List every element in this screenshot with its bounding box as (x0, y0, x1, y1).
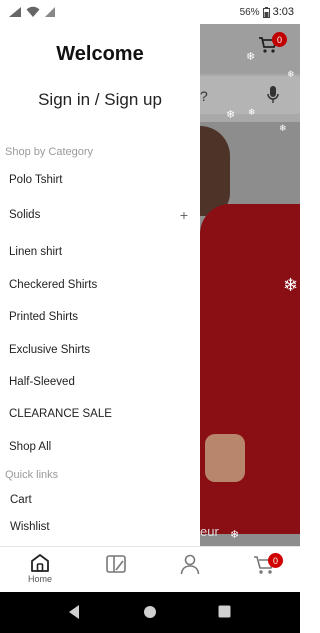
shop-by-category-label: Shop by Category (5, 146, 94, 158)
signal-icon (9, 7, 21, 17)
category-label: Solids (9, 209, 41, 221)
category-linen-shirt[interactable]: Linen shirt (9, 241, 194, 263)
user-icon (180, 554, 200, 575)
bottom-navigation: Home 0 (0, 546, 300, 592)
nav-home[interactable]: Home (20, 553, 60, 589)
drawer-welcome-title: Welcome (56, 43, 144, 65)
snowflake-icon: ❄ (246, 51, 256, 63)
nav-cart[interactable]: 0 (244, 553, 284, 589)
cart-count-badge: 0 (268, 553, 283, 568)
snowflake-icon: ❄ (279, 123, 287, 133)
status-icons-left (8, 6, 56, 18)
category-solids[interactable]: Solids + (9, 204, 194, 226)
wifi-icon (26, 6, 40, 17)
battery-percent: 56% (239, 6, 260, 18)
snowflake-icon: ❄ (248, 107, 256, 117)
system-navigation-bar (0, 592, 300, 633)
signin-signup-link[interactable]: Sign in / Sign up (0, 90, 200, 110)
hero-model-hand (205, 434, 245, 482)
home-circle-icon[interactable] (143, 605, 157, 619)
catalog-icon (106, 555, 126, 573)
clock: 3:03 (272, 6, 294, 18)
nav-catalog[interactable] (96, 553, 136, 589)
status-icons-right: 56% 3:03 (240, 6, 294, 18)
category-label: Polo Tshirt (9, 174, 63, 186)
snowflake-icon: ❄ (230, 529, 240, 541)
category-label: Printed Shirts (9, 311, 79, 323)
category-label: CLEARANCE SALE (9, 408, 112, 420)
quick-link-cart[interactable]: Cart (10, 489, 195, 511)
category-label: Half-Sleeved (9, 376, 75, 388)
quick-link-label: Wishlist (10, 521, 50, 533)
quick-link-label: Cart (10, 494, 32, 506)
category-printed-shirts[interactable]: Printed Shirts (9, 306, 194, 328)
background-search-text: ? (200, 88, 208, 104)
status-bar: 56% 3:03 (0, 0, 300, 24)
category-exclusive-shirts[interactable]: Exclusive Shirts (9, 339, 194, 361)
recents-icon[interactable] (218, 605, 231, 618)
hero-model-shirt (200, 204, 300, 534)
snowflake-icon: ❄ (226, 109, 236, 121)
category-clearance-sale[interactable]: CLEARANCE SALE (9, 403, 194, 425)
hero-model-head (200, 126, 230, 216)
expand-plus-icon[interactable]: + (180, 207, 188, 223)
category-label: Shop All (9, 441, 52, 453)
navigation-drawer: Welcome Sign in / Sign up Shop by Catego… (0, 24, 200, 546)
home-icon (31, 554, 49, 572)
cart-badge: 0 (272, 32, 287, 47)
nav-home-label: Home (27, 574, 52, 584)
category-half-sleeved[interactable]: Half-Sleeved (9, 371, 194, 393)
category-label: Checkered Shirts (9, 279, 98, 291)
signal-icon-2 (45, 7, 55, 17)
back-icon[interactable] (67, 604, 81, 620)
snowflake-icon: ❄ (283, 275, 299, 295)
category-polo-tshirt[interactable]: Polo Tshirt (9, 169, 194, 191)
category-label: Linen shirt (9, 246, 63, 258)
quick-link-wishlist[interactable]: Wishlist (10, 516, 195, 538)
category-checkered-shirts[interactable]: Checkered Shirts (9, 274, 194, 296)
battery-icon (262, 6, 270, 18)
category-shop-all[interactable]: Shop All (9, 436, 194, 458)
snowflake-icon: ❄ (287, 69, 295, 79)
quick-links-label: Quick links (5, 469, 59, 481)
nav-account[interactable] (170, 553, 210, 589)
mic-icon (267, 86, 279, 109)
hero-text: eur (200, 524, 219, 539)
category-label: Exclusive Shirts (9, 344, 91, 356)
